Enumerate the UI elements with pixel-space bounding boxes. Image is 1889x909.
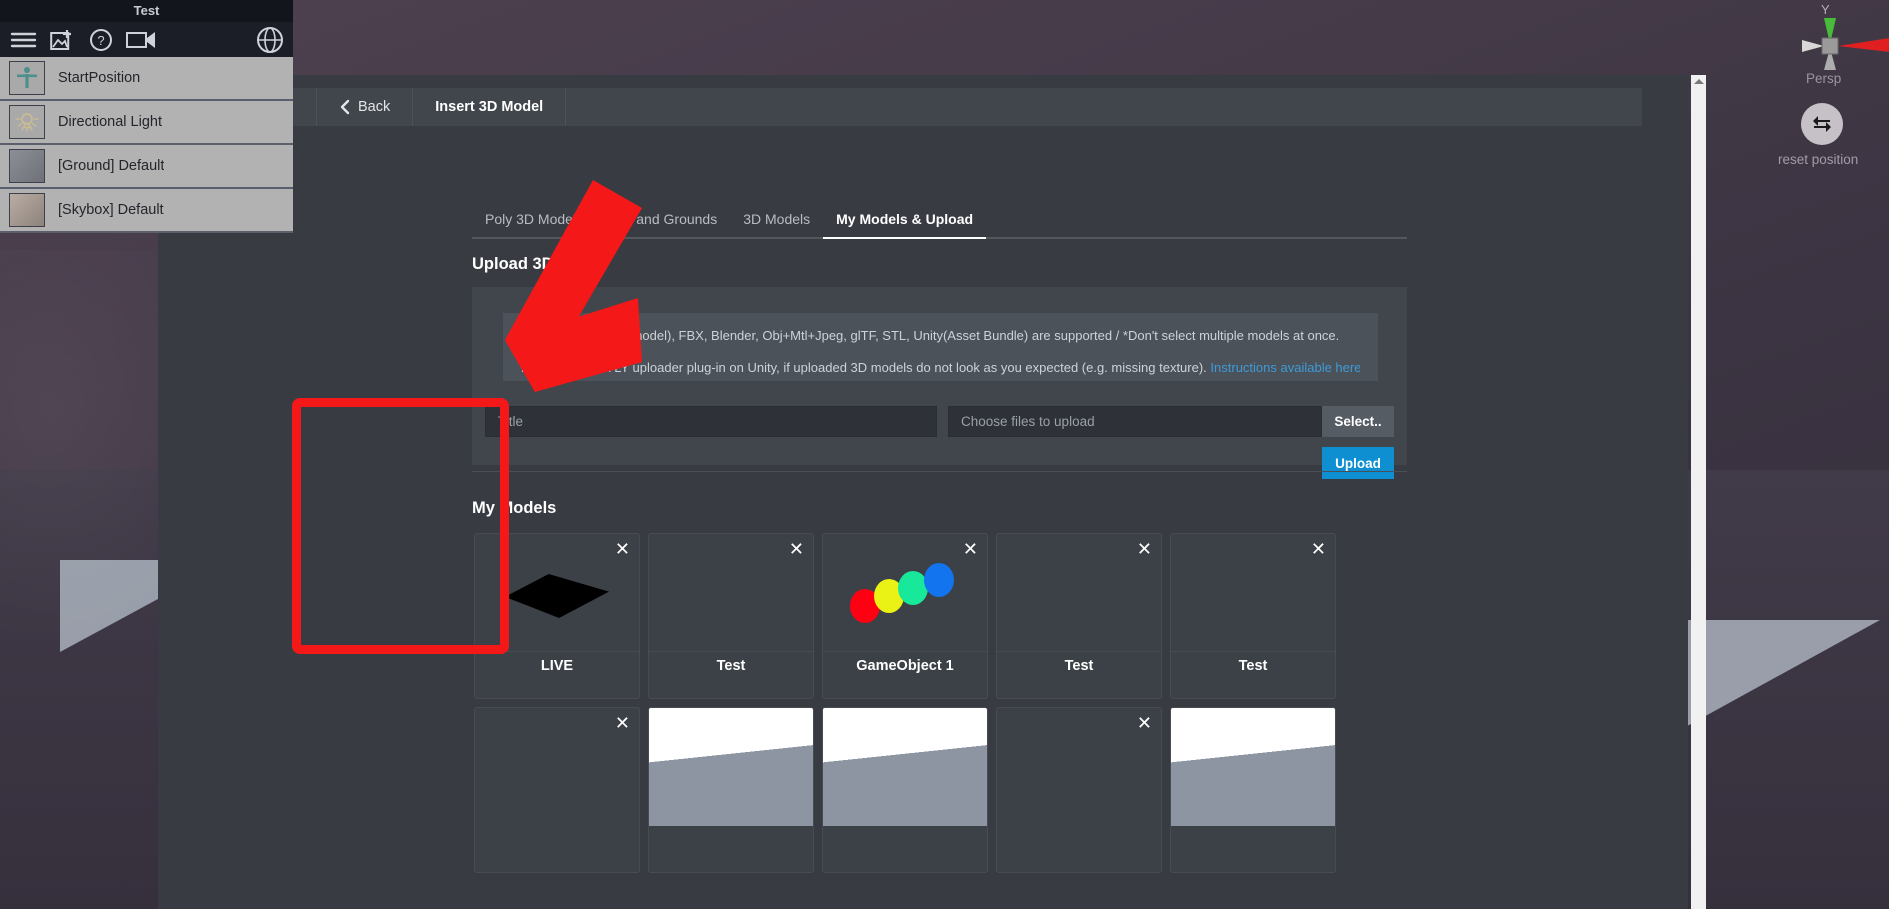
close-icon[interactable]: ✕ (963, 714, 978, 732)
viewport-gizmo-panel: Y Persp reset position (1706, 0, 1889, 909)
upload-fields-row: Select.. (485, 406, 1395, 437)
supported-formats-text: SKP(2014 or 2015 model), FBX, Blender, O… (521, 328, 1340, 343)
back-button[interactable]: Back (317, 88, 414, 126)
model-card[interactable]: ✕ Test (996, 533, 1162, 699)
upload-button[interactable]: Upload (1322, 447, 1394, 479)
modal-header: Back Insert 3D Model (172, 88, 1642, 126)
model-card[interactable]: ✕ (474, 707, 640, 873)
skybox-texture-thumbnail (9, 193, 45, 227)
hierarchy-item-label: Directional Light (58, 114, 162, 130)
svg-text:?: ? (97, 33, 104, 48)
reset-position-label: reset position (1778, 152, 1859, 167)
hierarchy-item-startposition[interactable]: StartPosition (0, 57, 293, 101)
axis-gizmo-icon[interactable] (1794, 18, 1889, 78)
gizmo-y-label: Y (1821, 2, 1830, 17)
close-icon[interactable]: ✕ (1137, 714, 1152, 732)
model-card[interactable]: ✕ Test (1170, 533, 1336, 699)
hierarchy-item-label: [Ground] Default (58, 158, 165, 174)
model-card[interactable]: ✕ (648, 707, 814, 873)
uploader-plugin-message: Please use STYLY uploader plug-in on Uni… (521, 360, 1207, 375)
model-card[interactable]: ✕ (1170, 707, 1336, 873)
uploader-plugin-text: Please use STYLY uploader plug-in on Uni… (521, 358, 1360, 378)
modal-tabs: Poly 3D Models Sky and Grounds 3D Models… (472, 211, 1407, 239)
tab-poly-3d-models[interactable]: Poly 3D Models (472, 211, 596, 237)
close-icon[interactable]: ✕ (963, 540, 978, 558)
my-models-heading: My Models (472, 499, 557, 517)
ground-texture-thumbnail (9, 149, 45, 183)
menu-icon[interactable] (10, 30, 37, 50)
color-ball (924, 563, 954, 597)
reset-arrow-icon (1813, 116, 1831, 132)
globe-icon[interactable] (256, 26, 284, 54)
model-card-label: Test (1238, 658, 1268, 674)
model-card-label: LIVE (540, 658, 574, 674)
avatar-icon (9, 61, 45, 95)
app-root: Y Persp reset position Test ? StartPosit… (0, 0, 1889, 909)
upload-info-box: SKP(2014 or 2015 model), FBX, Blender, O… (503, 313, 1378, 381)
gizmo-projection-label[interactable]: Persp (1806, 71, 1841, 86)
scroll-up-arrow-icon[interactable] (1694, 79, 1704, 84)
close-icon[interactable]: ✕ (615, 540, 630, 558)
close-icon[interactable]: ✕ (789, 540, 804, 558)
tab-3d-models[interactable]: 3D Models (730, 211, 823, 237)
vertical-scrollbar[interactable] (1691, 75, 1706, 909)
model-card[interactable]: ✕ GameObject 1 (822, 533, 988, 699)
model-card[interactable]: ✕ (822, 707, 988, 873)
reset-position-button[interactable] (1801, 103, 1843, 145)
hierarchy-list: StartPosition Directional Light [Ground]… (0, 57, 293, 233)
hierarchy-item-directional-light[interactable]: Directional Light (0, 101, 293, 145)
help-icon[interactable]: ? (89, 28, 113, 52)
insert-3d-model-modal: Back Insert 3D Model Poly 3D Models Sky … (158, 75, 1688, 909)
model-card[interactable]: ✕ LIVE (474, 533, 640, 699)
upload-section-heading: Upload 3D Model (472, 255, 606, 273)
choose-files-input[interactable] (948, 406, 1322, 437)
hierarchy-item-ground[interactable]: [Ground] Default (0, 145, 293, 189)
hierarchy-item-skybox[interactable]: [Skybox] Default (0, 189, 293, 233)
model-card[interactable]: ✕ (996, 707, 1162, 873)
hierarchy-toolbar: ? (0, 22, 293, 57)
section-divider (472, 471, 1407, 472)
close-icon[interactable]: ✕ (1311, 540, 1326, 558)
add-image-icon[interactable] (50, 28, 76, 52)
hierarchy-item-label: StartPosition (58, 70, 141, 86)
tab-my-models-and-upload[interactable]: My Models & Upload (823, 211, 986, 239)
select-files-button[interactable]: Select.. (1322, 406, 1394, 437)
my-models-grid: ✕ LIVE ✕ Test ✕ GameObject 1 ✕ Test ✕ Test ✕ ✕ ✕ ✕ ✕ (474, 533, 1414, 873)
model-card-label: Test (716, 658, 746, 674)
model-card[interactable]: ✕ Test (648, 533, 814, 699)
hierarchy-item-label: [Skybox] Default (58, 202, 164, 218)
tab-sky-and-grounds[interactable]: Sky and Grounds (596, 211, 730, 237)
back-label: Back (358, 99, 391, 115)
close-icon[interactable]: ✕ (1311, 714, 1326, 732)
close-icon[interactable]: ✕ (615, 714, 630, 732)
close-icon[interactable]: ✕ (1137, 540, 1152, 558)
model-card-label: Test (1064, 658, 1094, 674)
close-icon[interactable]: ✕ (789, 714, 804, 732)
modal-title: Insert 3D Model (413, 88, 567, 126)
light-icon (9, 105, 45, 139)
model-card-label: GameObject 1 (856, 658, 954, 674)
upload-panel: SKP(2014 or 2015 model), FBX, Blender, O… (472, 287, 1407, 479)
hierarchy-panel: Test ? StartPosition Directional Light [… (0, 0, 293, 240)
black-plane-thumbnail (505, 574, 609, 618)
color-balls-thumbnail (850, 563, 960, 623)
chevron-left-icon (340, 99, 350, 115)
camera-icon[interactable] (126, 29, 158, 51)
model-title-input[interactable] (485, 406, 937, 437)
instructions-link[interactable]: Instructions available here. (1210, 360, 1360, 375)
scene-title: Test (0, 0, 293, 22)
